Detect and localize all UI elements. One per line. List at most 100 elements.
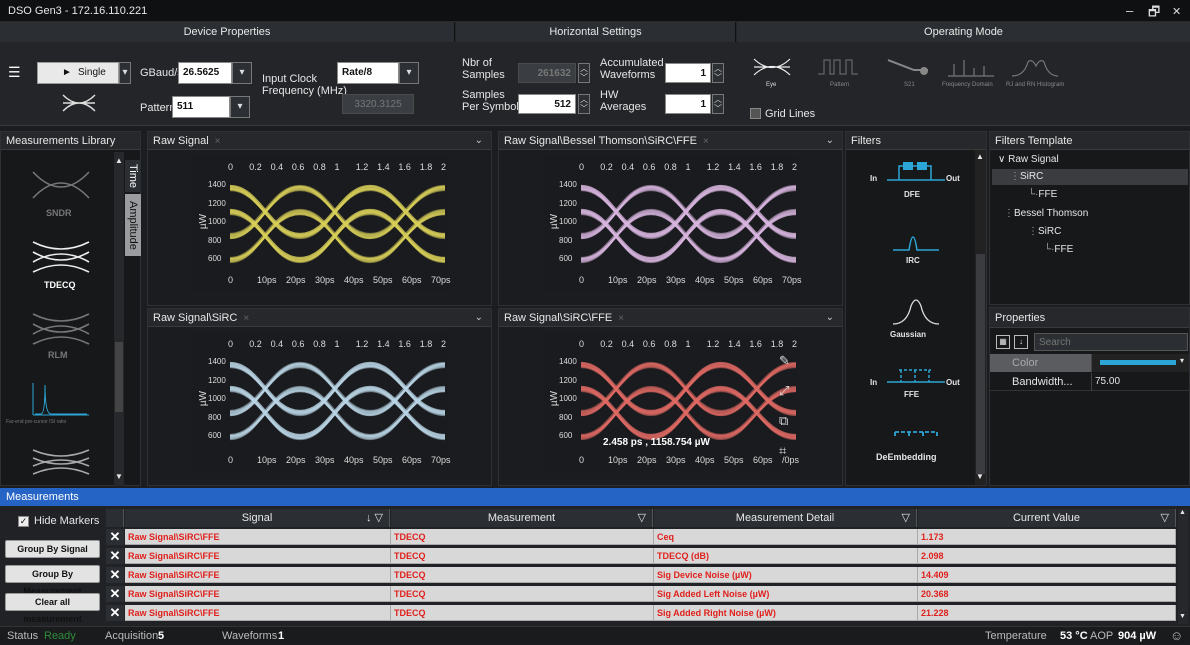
filter-irc[interactable]: IRC bbox=[866, 222, 966, 270]
close-tab-icon[interactable]: × bbox=[243, 313, 249, 324]
filter-gaussian[interactable]: Gaussian bbox=[866, 296, 966, 344]
menu-icon[interactable]: ☰ bbox=[8, 64, 21, 81]
filter-icon[interactable]: ▽ bbox=[638, 509, 646, 527]
gbaud-input[interactable]: 26.5625 bbox=[178, 62, 232, 84]
mode-rj-histogram[interactable]: RJ and RN Histogram bbox=[1002, 54, 1072, 94]
filters-scroll-down-icon[interactable]: ▼ bbox=[976, 472, 984, 481]
categorized-icon[interactable]: ▦ bbox=[996, 335, 1010, 349]
group-by-signal-button[interactable]: Group By Signal bbox=[5, 540, 100, 558]
plot-tab[interactable]: Raw Signal\Bessel Thomson\SiRC\FFE × ⌄ bbox=[499, 132, 842, 150]
filter-deembedding[interactable]: DeEmbedding bbox=[866, 426, 966, 476]
expand-icon[interactable]: ⤢ bbox=[779, 383, 789, 399]
properties-search-input[interactable] bbox=[1034, 333, 1188, 351]
close-tab-icon[interactable]: × bbox=[215, 136, 221, 147]
group-by-measurement-button[interactable]: Group By Measurement bbox=[5, 565, 100, 596]
screenshot-icon[interactable]: ⧉ bbox=[779, 413, 788, 429]
library-scrollbar[interactable]: ▲ ▼ bbox=[114, 152, 124, 486]
rate-dropdown[interactable]: ▾ bbox=[399, 62, 419, 84]
filters-scroll-thumb[interactable] bbox=[976, 254, 985, 474]
eye-plot[interactable]: 0 0.2 0.4 0.6 0.8 1 1.2 1.4 1.6 1.8 2 0 10ps 20ps 30ps… bbox=[192, 333, 451, 471]
meas-scroll-down-icon[interactable]: ▼ bbox=[1179, 613, 1186, 620]
hw-averages-stepper[interactable]: ︿ ﹀ bbox=[712, 94, 724, 114]
grid-lines-checkbox[interactable] bbox=[750, 108, 761, 119]
pattern-select[interactable]: 511 bbox=[172, 96, 230, 118]
col-detail[interactable]: Measurement Detail ▽ bbox=[654, 509, 917, 527]
hide-markers-checkbox[interactable]: ✓ bbox=[18, 516, 29, 527]
scroll-down-icon[interactable]: ▼ bbox=[115, 472, 123, 481]
mode-s21[interactable]: S21 bbox=[880, 54, 940, 94]
tree-node-sirc-2[interactable]: ⋮SiRC bbox=[1028, 226, 1061, 237]
tree-node-ffe-2[interactable]: └·FFE bbox=[1044, 244, 1073, 255]
scroll-up-icon[interactable]: ▲ bbox=[115, 156, 123, 165]
bandwidth-value[interactable]: 75.00 bbox=[1091, 373, 1120, 391]
plot-tab[interactable]: Raw Signal × ⌄ bbox=[148, 132, 491, 150]
sort-az-icon[interactable]: ↓ bbox=[1014, 335, 1028, 349]
property-row-bandwidth[interactable]: Bandwidth... 75.00 bbox=[990, 373, 1189, 391]
filters-scroll-up-icon[interactable]: ▲ bbox=[976, 152, 984, 161]
smiley-icon[interactable]: ☺ bbox=[1170, 627, 1183, 645]
close-tab-icon[interactable]: × bbox=[618, 313, 624, 324]
eye-plot[interactable]: 0 0.2 0.4 0.6 0.8 1 1.2 1.4 1.6 1.8 2 0 10ps 20ps 30ps… bbox=[543, 156, 802, 291]
eraser-icon[interactable]: ✎ bbox=[779, 353, 790, 369]
gbaud-dropdown[interactable]: ▾ bbox=[232, 62, 252, 84]
chevron-down-icon[interactable]: ⌄ bbox=[826, 309, 834, 327]
eye-plot[interactable]: 0 0.2 0.4 0.6 0.8 1 1.2 1.4 1.6 1.8 2 0 10ps 20ps 30ps… bbox=[192, 156, 451, 291]
minimize-button[interactable]: – bbox=[1126, 3, 1133, 18]
filter-icon[interactable]: ▽ bbox=[1161, 509, 1169, 527]
library-item-rlm[interactable]: RLM bbox=[6, 304, 114, 364]
close-tab-icon[interactable]: × bbox=[703, 136, 709, 147]
table-row[interactable]: Raw Signal\SiRC\FFE TDECQ TDECQ (dB) 2.098 bbox=[125, 548, 1176, 564]
mode-frequency-domain[interactable]: Frequency Domain bbox=[940, 54, 1000, 94]
filters-scrollbar[interactable]: ▲ ▼ bbox=[975, 150, 986, 485]
library-scroll-thumb[interactable] bbox=[115, 342, 123, 412]
mode-pattern[interactable]: Pattern bbox=[810, 54, 870, 94]
tree-node-bessel[interactable]: ⋮Bessel Thomson bbox=[1004, 208, 1088, 219]
samples-per-symbol-field[interactable]: 512 bbox=[518, 94, 576, 114]
sort-filter-icon[interactable]: ↓ ▽ bbox=[366, 509, 383, 527]
tree-node-sirc[interactable]: ⋮SiRC bbox=[1010, 171, 1043, 182]
tab-time[interactable]: Time bbox=[125, 160, 141, 192]
tree-node-raw-signal[interactable]: ∨ Raw Signal bbox=[998, 154, 1059, 165]
table-row[interactable]: Raw Signal\SiRC\FFE TDECQ Sig Added Left N… bbox=[125, 586, 1176, 602]
remove-measurement-icon[interactable]: ✕ bbox=[106, 605, 124, 621]
filter-ffe[interactable]: In Out FFE bbox=[866, 364, 966, 414]
chevron-down-icon[interactable]: ⌄ bbox=[475, 132, 483, 150]
plot-tab[interactable]: Raw Signal\SiRC × ⌄ bbox=[148, 309, 491, 327]
col-signal[interactable]: Signal ↓ ▽ bbox=[125, 509, 390, 527]
filter-dfe[interactable]: In Out DFE bbox=[866, 158, 966, 208]
pattern-dropdown[interactable]: ▾ bbox=[230, 96, 250, 118]
mode-eye[interactable]: Eye bbox=[746, 54, 798, 94]
sps-stepper[interactable]: ︿ ﹀ bbox=[578, 94, 590, 114]
chevron-down-icon[interactable]: ⌄ bbox=[826, 132, 834, 150]
filter-icon[interactable]: ▽ bbox=[902, 509, 910, 527]
meas-scroll-up-icon[interactable]: ▲ bbox=[1179, 509, 1186, 516]
remove-measurement-icon[interactable]: ✕ bbox=[106, 586, 124, 602]
remove-measurement-icon[interactable]: ✕ bbox=[106, 529, 124, 545]
expand-icon[interactable]: ∨ bbox=[998, 154, 1005, 165]
tab-amplitude[interactable]: Amplitude bbox=[125, 194, 141, 256]
remove-measurement-icon[interactable]: ✕ bbox=[106, 548, 124, 564]
col-current-value[interactable]: Current Value ▽ bbox=[918, 509, 1176, 527]
table-row[interactable]: Raw Signal\SiRC\FFE TDECQ Sig Added Right … bbox=[125, 605, 1176, 621]
col-measurement[interactable]: Measurement ▽ bbox=[391, 509, 653, 527]
color-picker[interactable]: ▾ bbox=[1091, 354, 1189, 372]
library-item-sndr[interactable]: SNDR bbox=[6, 158, 114, 223]
tree-node-ffe[interactable]: └·FFE bbox=[1028, 189, 1057, 200]
hw-averages-field[interactable]: 1 bbox=[665, 94, 711, 114]
run-mode-dropdown[interactable]: ▾ bbox=[119, 62, 131, 84]
crop-icon[interactable]: ⌗ bbox=[779, 443, 786, 459]
library-item-tdecq[interactable]: TDECQ bbox=[6, 232, 114, 297]
library-item-extra[interactable] bbox=[6, 442, 114, 482]
accumulated-stepper[interactable]: ︿ ﹀ bbox=[712, 63, 724, 83]
table-row[interactable]: Raw Signal\SiRC\FFE TDECQ Sig Device Noise… bbox=[125, 567, 1176, 583]
accumulated-field[interactable]: 1 bbox=[665, 63, 711, 83]
run-single-button[interactable]: ► Single bbox=[37, 62, 119, 84]
plot-tab[interactable]: Raw Signal\SiRC\FFE × ⌄ bbox=[499, 309, 842, 327]
library-item-isi-ratio[interactable]: Far-end pre-cursor ISI ratio bbox=[6, 377, 114, 432]
eye-plot[interactable]: 0 0.2 0.4 0.6 0.8 1 1.2 1.4 1.6 1.8 2 0 10ps 20ps 30ps… bbox=[543, 333, 799, 471]
chevron-down-icon[interactable]: ⌄ bbox=[475, 309, 483, 327]
rate-select[interactable]: Rate/8 bbox=[337, 62, 399, 84]
color-dropdown-icon[interactable]: ▾ bbox=[1180, 356, 1184, 365]
remove-measurement-icon[interactable]: ✕ bbox=[106, 567, 124, 583]
measurements-scrollbar[interactable]: ▲ ▼ bbox=[1178, 509, 1188, 624]
